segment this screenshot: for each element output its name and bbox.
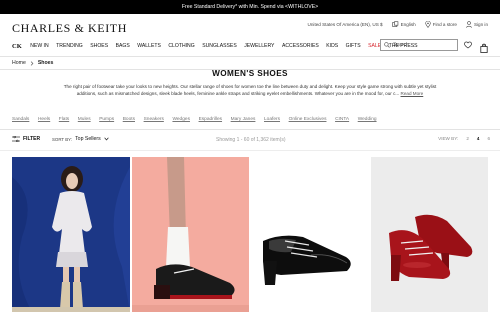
signin-label[interactable]: Sign in xyxy=(474,22,488,27)
sort-value[interactable]: Top Sellers xyxy=(75,136,101,142)
nav-item-wallets[interactable]: WALLETS xyxy=(137,43,161,49)
store-locator[interactable]: Find a store xyxy=(425,20,457,28)
filter-icon xyxy=(12,136,20,142)
promo-text[interactable]: Free Standard Delivery* with Min. Spend … xyxy=(182,4,318,10)
search-icon xyxy=(384,42,390,48)
brand-logo[interactable]: CHARLES & KEITH xyxy=(12,21,127,36)
divider xyxy=(0,129,500,130)
category-link[interactable]: Wedges xyxy=(172,117,190,122)
bag-button[interactable]: 0 xyxy=(480,40,488,53)
bag-count: 0 xyxy=(483,43,485,47)
view-by-label: VIEW BY: xyxy=(438,136,459,141)
utility-bar: United States Of America (EN), US $ Engl… xyxy=(308,19,488,29)
nav-item-shoes[interactable]: SHOES xyxy=(90,43,108,49)
user-icon xyxy=(466,20,472,28)
product-image xyxy=(12,157,130,312)
category-link[interactable]: Loafers xyxy=(264,117,280,122)
nav-item-trending[interactable]: TRENDING xyxy=(56,43,83,49)
region-selector[interactable]: United States Of America (EN), US $ xyxy=(308,22,383,27)
category-link[interactable]: Mary Janes xyxy=(231,117,256,122)
category-link[interactable]: Wedding xyxy=(358,117,377,122)
brand-logo-text: CHARLES & KEITH xyxy=(12,21,127,35)
category-link[interactable]: Espadrilles xyxy=(199,117,222,122)
chevron-down-icon xyxy=(104,137,109,141)
product-tile[interactable] xyxy=(132,157,249,312)
ck-home-link[interactable]: CK xyxy=(12,43,22,50)
listing-toolbar: FILTER SORT BY: Top Sellers Showing 1 - … xyxy=(12,136,490,146)
nav-item-bags[interactable]: BAGS xyxy=(116,43,130,49)
breadcrumb-home[interactable]: Home xyxy=(12,60,26,66)
breadcrumb: Home Shoes xyxy=(12,60,53,66)
category-link[interactable]: CINTA xyxy=(335,117,349,122)
product-image xyxy=(371,157,488,312)
language-label[interactable]: English xyxy=(401,22,416,27)
results-count: Showing 1 - 60 of 1,362 item(s) xyxy=(216,137,286,143)
category-link[interactable]: Sneakers xyxy=(144,117,164,122)
promo-banner[interactable]: Free Standard Delivery* with Min. Spend … xyxy=(0,0,500,14)
nav-item-sunglasses[interactable]: SUNGLASSES xyxy=(202,43,237,49)
category-link[interactable]: Flats xyxy=(59,117,69,122)
category-links: Sandals Heels Flats Mules Pumps Boots Sn… xyxy=(12,117,377,122)
globe-icon xyxy=(391,20,398,27)
category-link[interactable]: Heels xyxy=(38,117,50,122)
divider xyxy=(0,150,500,151)
page-description: The right pair of footwear take your loo… xyxy=(60,83,440,97)
category-link[interactable]: Online Exclusives xyxy=(289,117,327,122)
nav-item-accessories[interactable]: ACCESSORIES xyxy=(282,43,319,49)
heart-icon[interactable] xyxy=(464,41,472,49)
nav-item-clothing[interactable]: CLOTHING xyxy=(168,43,194,49)
nav-item-jewellery[interactable]: JEWELLERY xyxy=(244,43,274,49)
store-label[interactable]: Find a store xyxy=(433,22,457,27)
category-link[interactable]: Mules xyxy=(78,117,91,122)
filter-label[interactable]: FILTER xyxy=(23,136,40,142)
main-nav: CK NEW IN TRENDING SHOES BAGS WALLETS CL… xyxy=(12,41,418,51)
language-selector[interactable]: English xyxy=(391,20,416,28)
divider xyxy=(0,56,500,57)
search-box[interactable]: Search xyxy=(380,39,458,51)
nav-item-new-in[interactable]: NEW IN xyxy=(30,43,48,49)
description-text: The right pair of footwear take your loo… xyxy=(63,84,437,96)
region-label[interactable]: United States Of America (EN), US $ xyxy=(308,22,383,27)
sort-dropdown[interactable]: SORT BY: Top Sellers xyxy=(52,136,109,142)
header-actions: 0 xyxy=(464,40,488,53)
view-option[interactable]: 6 xyxy=(487,136,490,141)
location-pin-icon xyxy=(425,20,431,28)
chevron-right-icon xyxy=(30,60,34,66)
category-link[interactable]: Pumps xyxy=(99,117,114,122)
view-option[interactable]: 2 xyxy=(466,136,469,141)
view-option-selected[interactable]: 4 xyxy=(477,136,480,141)
page-title: WOMEN'S SHOES xyxy=(212,69,288,78)
product-image xyxy=(132,157,249,312)
product-tile[interactable] xyxy=(12,157,130,312)
signin-link[interactable]: Sign in xyxy=(466,20,488,28)
category-link[interactable]: Boots xyxy=(123,117,135,122)
filter-button[interactable]: FILTER xyxy=(12,136,40,142)
sort-label: SORT BY: xyxy=(52,136,73,142)
search-placeholder[interactable]: Search xyxy=(393,42,409,48)
read-more-link[interactable]: Read More xyxy=(401,91,424,96)
product-image xyxy=(251,157,369,312)
nav-item-gifts[interactable]: GIFTS xyxy=(346,43,361,49)
breadcrumb-current: Shoes xyxy=(37,60,54,66)
product-tile[interactable] xyxy=(371,157,488,312)
nav-item-kids[interactable]: KIDS xyxy=(326,43,338,49)
category-link[interactable]: Sandals xyxy=(12,117,29,122)
product-tile[interactable] xyxy=(251,157,369,312)
view-by: VIEW BY: 2 4 6 xyxy=(438,136,490,141)
